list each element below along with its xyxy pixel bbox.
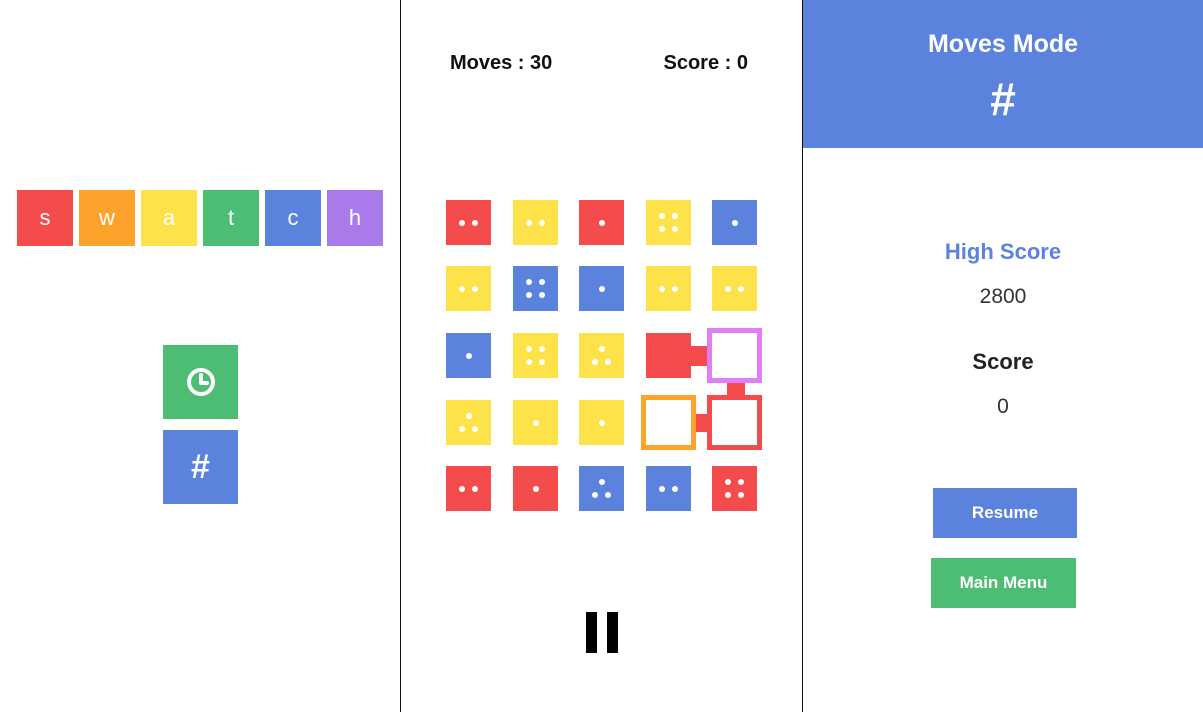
main-menu-button[interactable]: Main Menu: [931, 558, 1076, 608]
pip-dot: [538, 358, 545, 365]
pip-dot: [604, 358, 611, 365]
score-label: Score: [972, 349, 1034, 374]
logo-letter-w: w: [79, 190, 135, 246]
pip-dot: [532, 485, 539, 492]
dice-tile[interactable]: [446, 200, 491, 245]
pip-dot: [659, 485, 666, 492]
swatch-logo: swatch: [17, 190, 383, 246]
score-value: 0: [997, 395, 1009, 418]
selected-tile[interactable]: [707, 328, 762, 383]
dice-tile[interactable]: [712, 466, 757, 511]
pip-dot: [604, 491, 611, 498]
dice-tile[interactable]: [446, 266, 491, 311]
pip-dot: [465, 352, 472, 359]
pip-dot: [532, 419, 539, 426]
pip-dot: [598, 285, 605, 292]
high-score-value: 2800: [979, 285, 1027, 308]
pip-dot: [459, 285, 466, 292]
selected-tile[interactable]: [641, 395, 696, 450]
clock-icon: [186, 368, 215, 396]
logo-letter-s: s: [17, 190, 73, 246]
pip-dot: [659, 285, 666, 292]
pip-dot: [526, 346, 533, 353]
pip-dot: [598, 346, 605, 353]
pip-dot: [592, 358, 599, 365]
game-board: [401, 0, 802, 712]
pip-dot: [526, 219, 533, 226]
pip-dot: [671, 213, 678, 220]
logo-letter-h: h: [327, 190, 383, 246]
pip-dot: [671, 285, 678, 292]
dice-tile[interactable]: [579, 200, 624, 245]
pip-dot: [526, 279, 533, 286]
pip-dot: [526, 291, 533, 298]
pip-dot: [598, 419, 605, 426]
pause-button[interactable]: [586, 612, 618, 653]
dice-tile[interactable]: [513, 333, 558, 378]
pip-dot: [538, 346, 545, 353]
pip-dot: [471, 219, 478, 226]
pip-dot: [538, 291, 545, 298]
dice-tile[interactable]: [646, 200, 691, 245]
pip-dot: [471, 285, 478, 292]
logo-letter-t: t: [203, 190, 259, 246]
pip-dot: [459, 219, 466, 226]
linked-tile[interactable]: [646, 333, 691, 378]
pip-dot: [671, 225, 678, 232]
resume-button[interactable]: Resume: [933, 488, 1077, 538]
moves-mode-button[interactable]: #: [163, 430, 238, 504]
pip-dot: [538, 279, 545, 286]
pip-dot: [737, 285, 744, 292]
hash-icon: #: [990, 73, 1016, 125]
dice-tile[interactable]: [712, 266, 757, 311]
pip-dot: [725, 479, 732, 486]
pip-dot: [526, 358, 533, 365]
dice-tile[interactable]: [579, 333, 624, 378]
mode-header: Moves Mode #: [803, 0, 1203, 148]
dice-tile[interactable]: [579, 266, 624, 311]
pip-dot: [725, 285, 732, 292]
pip-dot: [598, 479, 605, 486]
pip-dot: [737, 491, 744, 498]
hash-icon: #: [191, 448, 210, 486]
mode-select-screen: swatch #: [0, 0, 400, 712]
logo-letter-a: a: [141, 190, 197, 246]
logo-letter-c: c: [265, 190, 321, 246]
pip-dot: [459, 485, 466, 492]
high-score-label: High Score: [944, 239, 1062, 264]
pip-dot: [592, 491, 599, 498]
dice-tile[interactable]: [646, 266, 691, 311]
pause-icon: [586, 612, 597, 653]
dice-tile[interactable]: [513, 200, 558, 245]
pip-dot: [465, 413, 472, 420]
pause-menu-screen: Moves Mode # High Score 2800 Score 0 Res…: [803, 0, 1203, 712]
dice-tile[interactable]: [579, 400, 624, 445]
game-screen: Moves : 30 Score : 0: [401, 0, 802, 712]
dice-tile[interactable]: [513, 400, 558, 445]
selected-tile[interactable]: [707, 395, 762, 450]
timed-mode-button[interactable]: [163, 345, 238, 419]
dice-tile[interactable]: [579, 466, 624, 511]
dice-tile[interactable]: [446, 466, 491, 511]
pip-dot: [471, 485, 478, 492]
pip-dot: [659, 213, 666, 220]
dice-tile[interactable]: [446, 333, 491, 378]
dice-tile[interactable]: [513, 466, 558, 511]
dice-tile[interactable]: [712, 200, 757, 245]
pip-dot: [731, 219, 738, 226]
dice-tile[interactable]: [646, 466, 691, 511]
pip-dot: [598, 219, 605, 226]
mode-title: Moves Mode: [927, 30, 1079, 58]
pip-dot: [659, 225, 666, 232]
pip-dot: [725, 491, 732, 498]
pip-dot: [538, 219, 545, 226]
pip-dot: [471, 425, 478, 432]
pause-icon: [607, 612, 618, 653]
pip-dot: [737, 479, 744, 486]
pip-dot: [459, 425, 466, 432]
dice-tile[interactable]: [513, 266, 558, 311]
dice-tile[interactable]: [446, 400, 491, 445]
pip-dot: [671, 485, 678, 492]
